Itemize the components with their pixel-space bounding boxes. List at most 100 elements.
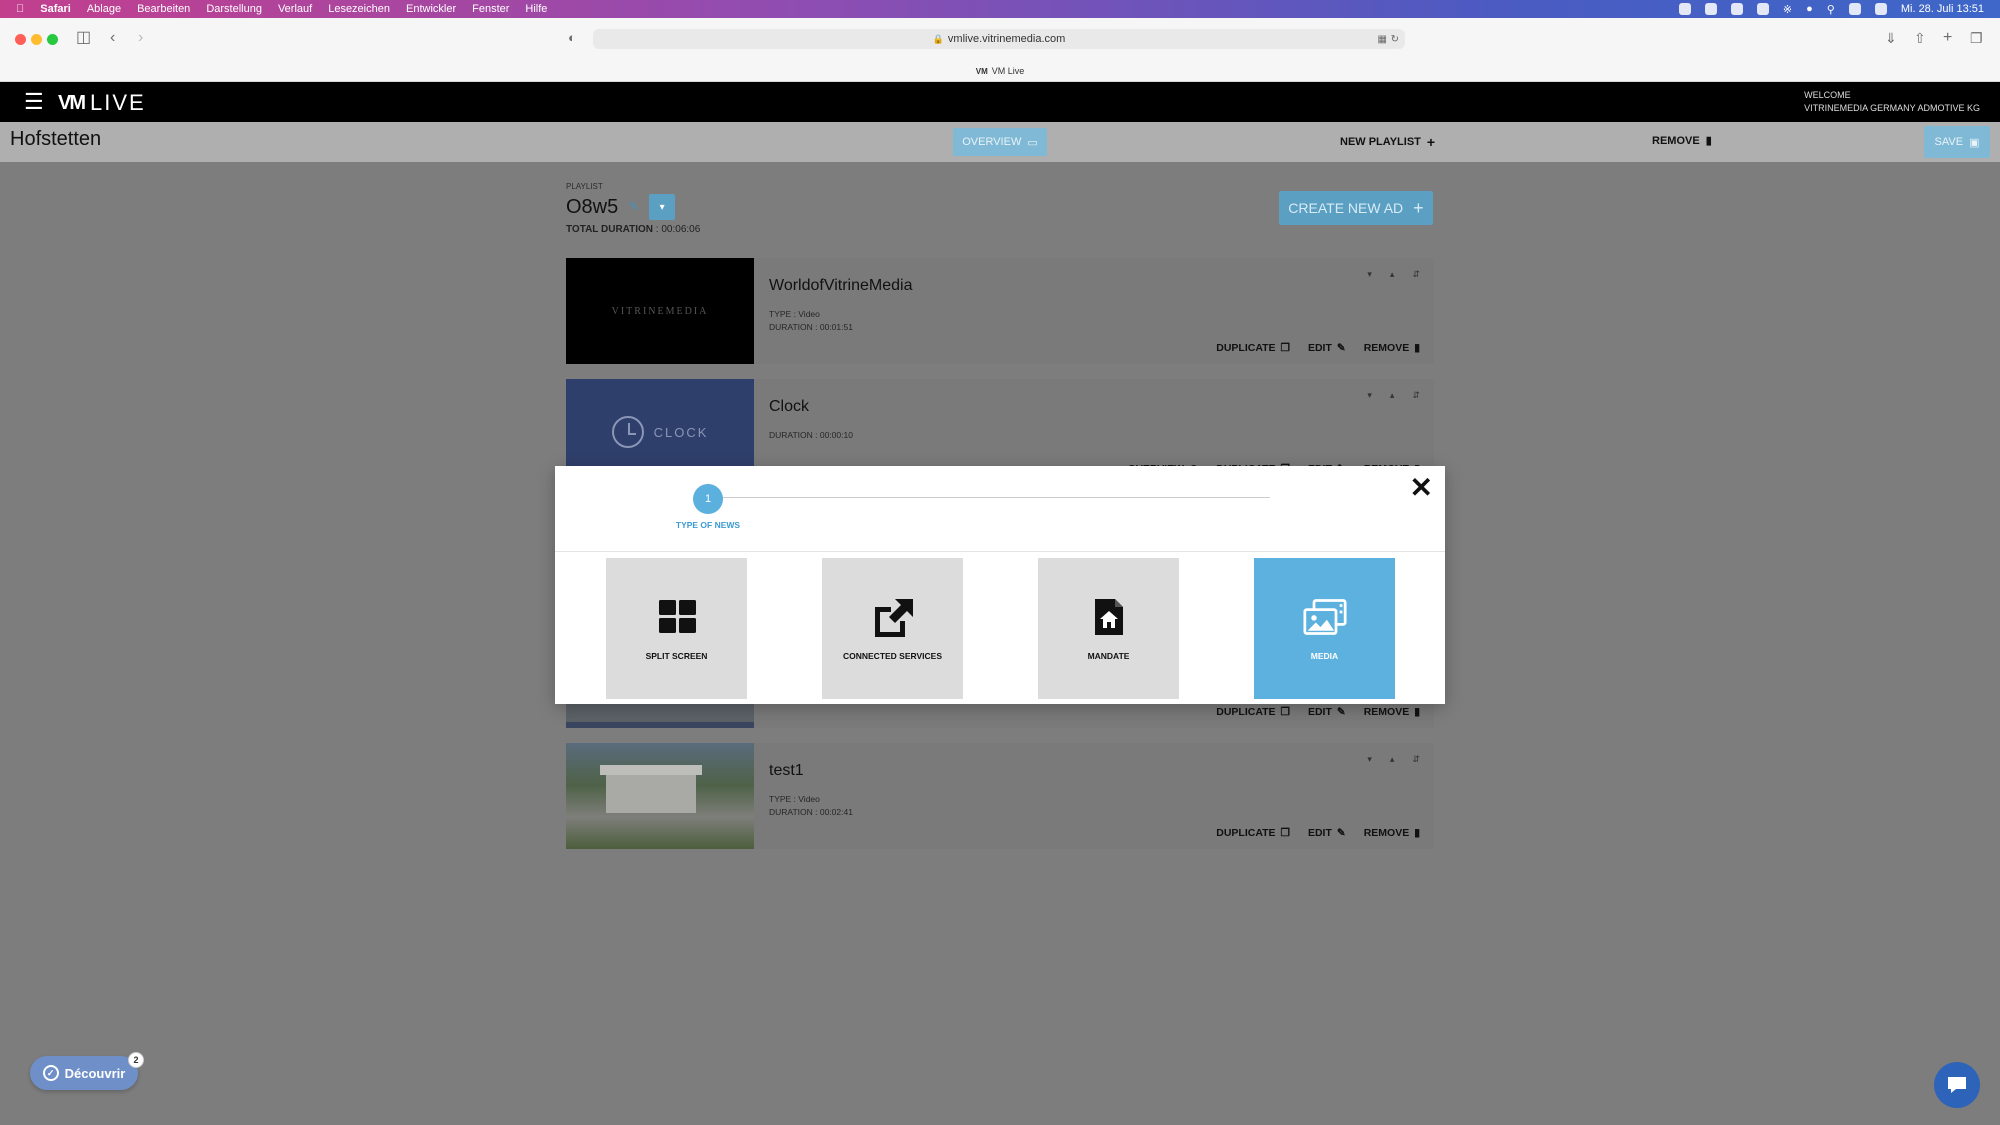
share-icon[interactable]: ⇧ — [1914, 28, 1926, 48]
menu-item-darstellung[interactable]: Darstellung — [206, 3, 262, 15]
creative-cloud-icon[interactable] — [1730, 3, 1743, 15]
move-down-icon[interactable]: ▾ — [1367, 269, 1372, 280]
back-icon[interactable]: ‹ — [110, 28, 115, 48]
remove-button[interactable]: REMOVE ▮ — [1364, 342, 1420, 354]
forward-icon[interactable]: › — [138, 28, 143, 48]
drag-handle-icon[interactable]: ⇵ — [1412, 390, 1420, 401]
remove-playlist-button[interactable]: REMOVE ▮ — [1652, 134, 1712, 148]
step-indicator[interactable]: 1 — [693, 484, 723, 514]
new-tab-icon[interactable]: + — [1943, 28, 1952, 48]
type-option-split-screen[interactable]: SPLIT SCREEN — [606, 558, 747, 699]
close-window-button[interactable] — [15, 34, 26, 45]
edit-label: EDIT — [1307, 827, 1332, 839]
edit-button[interactable]: EDIT ✎ — [1308, 342, 1346, 354]
ad-card[interactable]: VITRINEMEDIA WorldofVitrineMedia TYPE : … — [566, 258, 1434, 364]
playlist-dropdown-button[interactable]: ▾ — [649, 194, 676, 220]
check-badge-icon: ✓ — [42, 1065, 59, 1081]
grid-icon — [655, 597, 699, 637]
edit-button[interactable]: EDIT ✎ — [1308, 827, 1346, 839]
reload-icon[interactable]: ↻ — [1391, 34, 1399, 45]
ad-title: Clock — [769, 398, 810, 415]
spotlight-icon[interactable]: ⚲ — [1827, 3, 1835, 16]
house-roof — [600, 765, 702, 775]
save-button[interactable]: SAVE ▣ — [1924, 126, 1990, 158]
menu-item-fenster[interactable]: Fenster — [472, 3, 509, 15]
move-up-icon[interactable]: ▴ — [1390, 390, 1395, 401]
type-option-connected-services[interactable]: CONNECTED SERVICES — [822, 558, 963, 699]
welcome-block[interactable]: WELCOME VITRINEMEDIA GERMANY ADMOTIVE KG — [1804, 89, 1980, 115]
menu-app-name[interactable]: Safari — [40, 3, 71, 15]
menu-item-bearbeiten[interactable]: Bearbeiten — [137, 3, 190, 15]
type-option-label: SPLIT SCREEN — [645, 650, 708, 661]
mac-menubar:  Safari Ablage Bearbeiten Darstellung V… — [0, 0, 2000, 18]
apple-icon[interactable]:  — [16, 3, 24, 15]
menu-item-ablage[interactable]: Ablage — [87, 3, 121, 15]
hamburger-menu-icon[interactable]: ☰ — [24, 91, 44, 113]
menu-item-lesezeichen[interactable]: Lesezeichen — [328, 3, 390, 15]
wifi-icon[interactable]: ● — [1806, 3, 1813, 15]
drag-handle-icon[interactable]: ⇵ — [1412, 269, 1420, 280]
address-bar[interactable]: 🔒 vmlive.vitrinemedia.com ▦ ↻ — [593, 29, 1405, 49]
play-icon[interactable] — [1756, 3, 1769, 15]
ad-thumbnail[interactable] — [566, 743, 754, 849]
step-label: TYPE OF NEWS — [675, 520, 741, 530]
remove-label: REMOVE — [1363, 827, 1410, 839]
menu-item-entwickler[interactable]: Entwickler — [406, 3, 456, 15]
thumbnail-text: VITRINEMEDIA — [611, 305, 709, 317]
total-duration-label: TOTAL DURATION — [566, 224, 654, 235]
duplicate-button[interactable]: DUPLICATE ❐ — [1216, 827, 1290, 839]
active-tab[interactable]: VM VM Live — [0, 60, 2000, 82]
chat-bubble-icon — [1948, 1077, 1966, 1093]
type-option-mandate[interactable]: MANDATE — [1038, 558, 1179, 699]
bluetooth-icon[interactable]: ※ — [1783, 3, 1792, 16]
edit-label: EDIT — [1307, 706, 1332, 718]
downloads-icon[interactable]: ⇓ — [1885, 28, 1897, 48]
pencil-icon: ✎ — [1336, 827, 1346, 839]
ad-duration: DURATION : 00:00:10 — [769, 430, 853, 440]
minimize-window-button[interactable] — [31, 34, 42, 45]
create-new-ad-button[interactable]: CREATE NEW AD + — [1279, 191, 1433, 225]
dropbox-icon[interactable] — [1704, 3, 1717, 15]
menu-item-verlauf[interactable]: Verlauf — [278, 3, 312, 15]
chat-widget-button[interactable] — [1934, 1062, 1980, 1108]
control-center-icon[interactable] — [1848, 3, 1861, 15]
new-playlist-button[interactable]: NEW PLAYLIST + — [1340, 134, 1435, 150]
menu-item-hilfe[interactable]: Hilfe — [525, 3, 547, 15]
privacy-shield-icon[interactable]: ◐ — [568, 28, 576, 48]
duplicate-button[interactable]: DUPLICATE ❐ — [1216, 706, 1290, 718]
duplicate-button[interactable]: DUPLICATE ❐ — [1216, 342, 1290, 354]
drag-handle-icon[interactable]: ⇵ — [1412, 754, 1420, 765]
translate-icon[interactable]: ▦ — [1378, 34, 1387, 45]
decouvrir-button[interactable]: ✓ Découvrir — [30, 1056, 138, 1090]
sidebar-toggle-icon[interactable]: ◫ — [76, 28, 91, 48]
ad-card[interactable]: test1 TYPE : Video DURATION : 00:02:41 ▾… — [566, 743, 1434, 849]
edit-playlist-name-icon[interactable]: ✎ — [628, 199, 639, 215]
ad-thumbnail[interactable]: VITRINEMEDIA — [566, 258, 754, 364]
ad-title: WorldofVitrineMedia — [769, 277, 913, 294]
welcome-label: WELCOME — [1804, 90, 1851, 100]
ad-actions: DUPLICATE ❐ EDIT ✎ REMOVE ▮ — [1216, 342, 1420, 354]
overview-button[interactable]: OVERVIEW ▭ — [953, 128, 1047, 156]
edit-button[interactable]: EDIT ✎ — [1308, 706, 1346, 718]
move-up-icon[interactable]: ▴ — [1390, 754, 1395, 765]
move-down-icon[interactable]: ▾ — [1367, 390, 1372, 401]
duplicate-label: DUPLICATE — [1216, 827, 1276, 839]
tab-overview-icon[interactable]: ❐ — [1970, 28, 1983, 48]
menubar-clock[interactable]: Mi. 28. Juli 13:51 — [1901, 3, 1984, 15]
user-icon[interactable] — [1874, 3, 1887, 15]
close-icon[interactable]: ✕ — [1410, 474, 1433, 502]
move-up-icon[interactable]: ▴ — [1390, 269, 1395, 280]
type-option-label: MEDIA — [1310, 650, 1339, 661]
total-duration: TOTAL DURATION : 00:06:06 — [566, 224, 701, 235]
remove-button[interactable]: REMOVE ▮ — [1364, 827, 1420, 839]
tab-title: VM Live — [991, 66, 1025, 76]
zoom-window-button[interactable] — [47, 34, 58, 45]
type-option-media[interactable]: MEDIA — [1254, 558, 1395, 699]
remove-button[interactable]: REMOVE ▮ — [1364, 706, 1420, 718]
move-down-icon[interactable]: ▾ — [1367, 754, 1372, 765]
app-logo[interactable]: VM LIVE — [58, 90, 146, 116]
ad-order-controls: ▾ ▴ ⇵ — [1367, 754, 1420, 765]
tray-check-icon[interactable] — [1678, 3, 1691, 15]
ad-actions: DUPLICATE ❐ EDIT ✎ REMOVE ▮ — [1216, 827, 1420, 839]
house-document-icon — [1087, 597, 1131, 637]
